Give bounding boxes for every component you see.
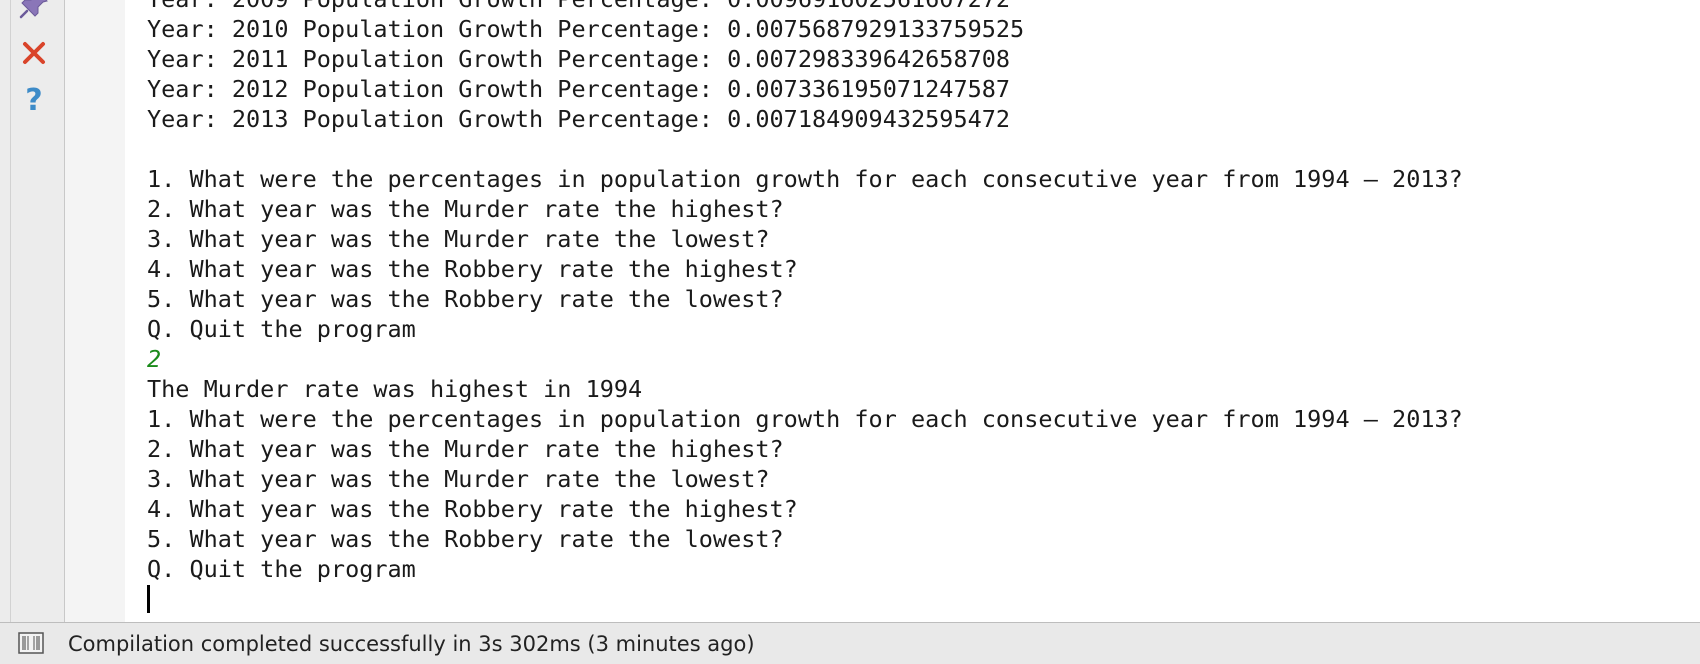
toolbar-divider	[10, 0, 11, 622]
console-output-line: 3. What year was the Murder rate the low…	[147, 225, 770, 253]
console-output-line	[147, 134, 1463, 164]
svg-text:?: ?	[25, 84, 42, 116]
console-output-line: Year: 2010 Population Growth Percentage:…	[147, 15, 1025, 43]
stop-button[interactable]	[14, 35, 54, 75]
console-output-line: 2. What year was the Murder rate the hig…	[147, 435, 784, 463]
text-cursor	[147, 585, 150, 613]
status-bar: Compilation completed successfully in 3s…	[0, 622, 1700, 664]
console-output: Year: 2009 Population Growth Percentage:…	[147, 0, 1463, 614]
console-output-line: 5. What year was the Robbery rate the lo…	[147, 525, 784, 553]
console-output-line: 4. What year was the Robbery rate the hi…	[147, 495, 798, 523]
console-output-line: Q. Quit the program	[147, 555, 416, 583]
console-gutter	[65, 0, 125, 622]
console-output-line: 4. What year was the Robbery rate the hi…	[147, 255, 798, 283]
ide-window: ? Year: 2009 Population Growth Percentag…	[0, 0, 1700, 664]
console-output-line: Year: 2012 Population Growth Percentage:…	[147, 75, 1011, 103]
console-output-line: 1. What were the percentages in populati…	[147, 405, 1463, 433]
console-output-line: Year: 2009 Population Growth Percentage:…	[147, 0, 1463, 14]
console-prompt-line[interactable]	[147, 584, 1463, 614]
help-button[interactable]: ?	[14, 82, 54, 122]
console-output-line: 5. What year was the Robbery rate the lo…	[147, 285, 784, 313]
pin-button[interactable]	[14, 0, 54, 26]
close-icon	[21, 40, 47, 71]
console-output-line: Q. Quit the program	[147, 315, 416, 343]
console-output-line: 3. What year was the Murder rate the low…	[147, 465, 770, 493]
run-console[interactable]: Year: 2009 Population Growth Percentage:…	[125, 0, 1700, 622]
status-message: Compilation completed successfully in 3s…	[68, 632, 755, 656]
console-output-line: Year: 2011 Population Growth Percentage:…	[147, 45, 1011, 73]
console-output-line: 2. What year was the Murder rate the hig…	[147, 195, 784, 223]
panel-toggle-icon[interactable]	[18, 632, 44, 654]
console-output-line: Year: 2013 Population Growth Percentage:…	[147, 105, 1011, 133]
console-input-line: 2	[147, 345, 162, 373]
pin-icon	[19, 0, 49, 24]
run-toolbar: ?	[0, 0, 65, 622]
help-icon: ?	[21, 83, 47, 121]
console-output-line: The Murder rate was highest in 1994	[147, 375, 643, 403]
console-output-line: 1. What were the percentages in populati…	[147, 165, 1463, 193]
